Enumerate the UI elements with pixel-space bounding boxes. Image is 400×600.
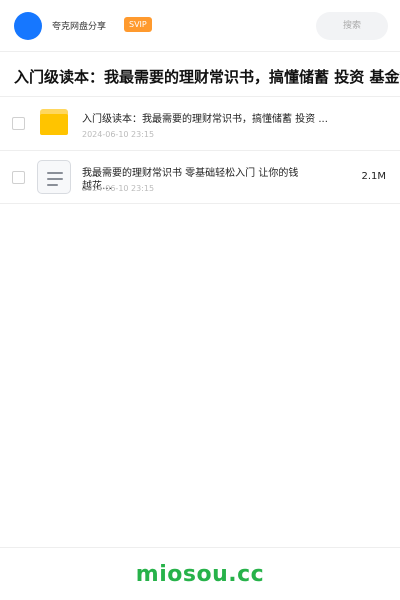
document-icon (37, 160, 71, 194)
share-title: 入门级读本：我最需要的理财常识书，搞懂储蓄 投资 基金等 (14, 68, 400, 86)
search-input[interactable]: 搜索 (316, 12, 388, 40)
svip-badge: SVIP (124, 17, 152, 32)
select-checkbox[interactable] (12, 117, 25, 130)
footer: miosou.cc (0, 547, 400, 600)
folder-icon (40, 109, 68, 135)
file-size: 2.1M (361, 171, 386, 182)
file-row[interactable]: 入门级读本：我最需要的理财常识书，搞懂储蓄 投资 ... 2024-06-10 … (0, 96, 400, 150)
file-date: 2024-06-10 23:15 (82, 130, 155, 139)
site-watermark: miosou.cc (135, 562, 265, 587)
file-row[interactable]: 我最需要的理财常识书 零基础轻松入门 让你的钱越花… 2024-06-10 23… (0, 150, 400, 204)
app-name: 夸克网盘分享 (52, 22, 107, 32)
top-bar: 夸克网盘分享 SVIP 搜索 (0, 0, 400, 52)
select-checkbox[interactable] (12, 171, 25, 184)
avatar[interactable] (14, 12, 42, 40)
file-date: 2024-06-10 23:15 (82, 184, 155, 193)
